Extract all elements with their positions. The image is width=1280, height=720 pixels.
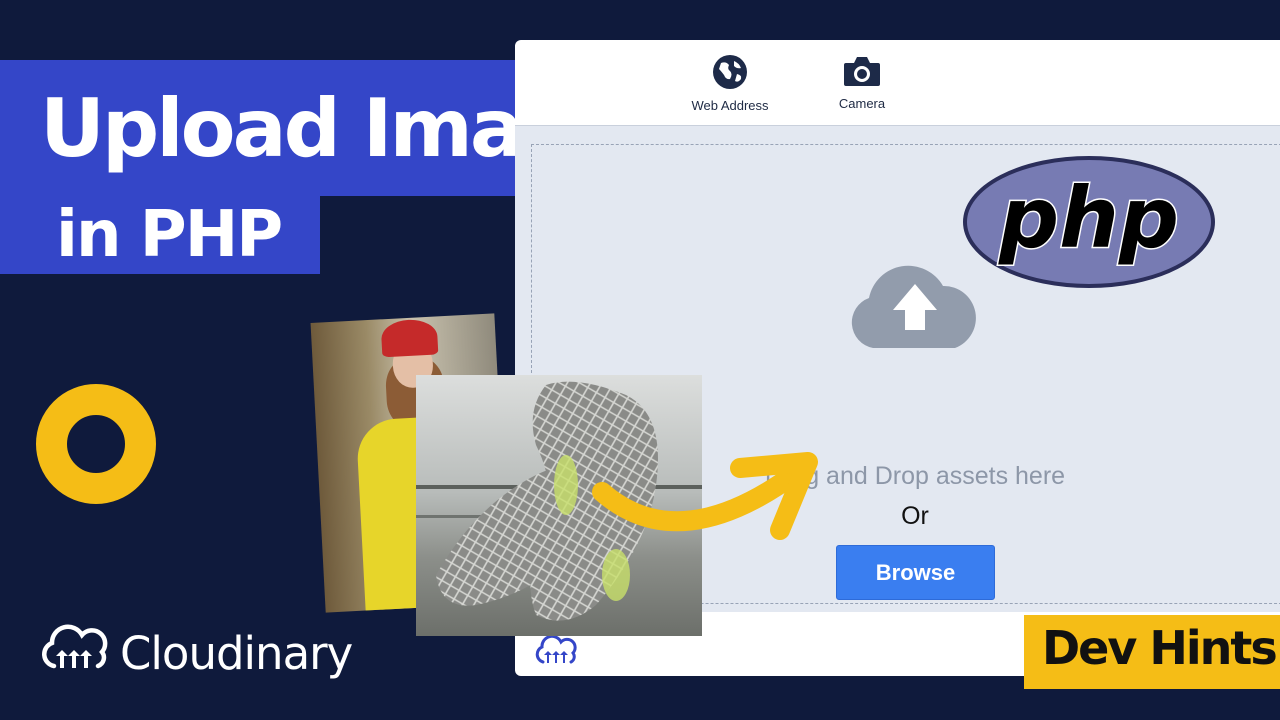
- dev-hints-badge: Dev Hints: [1024, 615, 1280, 689]
- php-logo: php: [962, 155, 1216, 289]
- cloudinary-small-logo-icon: [535, 634, 577, 664]
- tab-web-address[interactable]: Web Address: [670, 54, 790, 113]
- title-banner-line2: in PHP: [0, 196, 320, 274]
- tab-camera[interactable]: Camera: [802, 54, 922, 111]
- yellow-ring-decoration: [36, 384, 156, 504]
- browse-button[interactable]: Browse: [836, 545, 995, 600]
- title-line2: in PHP: [56, 198, 283, 272]
- camera-icon: [844, 57, 880, 86]
- tab-camera-label: Camera: [838, 96, 886, 111]
- tab-web-address-label: Web Address: [691, 98, 769, 113]
- dropzone-or: Or: [901, 502, 929, 530]
- arrow-graphic: [592, 452, 818, 540]
- globe-icon: [713, 55, 747, 89]
- cloudinary-wordmark: Cloudinary: [120, 627, 353, 680]
- dev-hints-label: Dev Hints: [1042, 621, 1278, 675]
- cloudinary-logo-icon: [42, 624, 108, 669]
- php-logo-text: php: [998, 169, 1179, 267]
